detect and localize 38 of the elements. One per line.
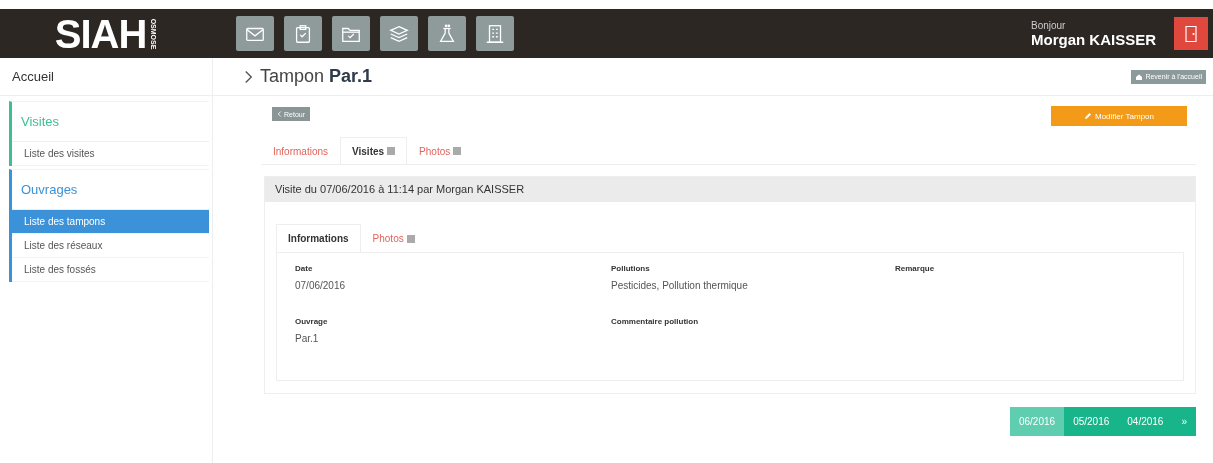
sidebar-item[interactable]: Liste des fossés — [12, 258, 209, 282]
field-label: Pollutions — [611, 264, 651, 273]
field-label: Ouvrage — [295, 317, 329, 326]
panel-heading: Visite du 07/06/2016 à 11:14 par Morgan KAISSER — [265, 177, 1195, 202]
greeting-text: Bonjour — [1031, 19, 1067, 31]
page-link[interactable]: 06/2016 — [1009, 407, 1065, 436]
toolbar-button[interactable] — [428, 16, 466, 51]
toolbar-button[interactable] — [332, 16, 370, 51]
field-value: Par.1 — [295, 333, 320, 344]
home-icon — [1135, 72, 1144, 81]
tab[interactable]: Informations — [261, 137, 341, 164]
sidebar-item[interactable]: Liste des visites — [12, 142, 209, 166]
user-name: Morgan KAISSER — [1031, 30, 1156, 48]
logout-button[interactable] — [1174, 17, 1208, 50]
field-label: Commentaire pollution — [611, 317, 700, 326]
chevron-right-icon — [243, 68, 254, 85]
group-title[interactable]: Visites — [12, 102, 209, 142]
building-icon — [484, 22, 506, 45]
tab[interactable]: Visites — [340, 137, 408, 164]
toolbar-button[interactable] — [476, 16, 514, 51]
sidebar-item[interactable]: Liste des réseaux — [12, 234, 209, 258]
toolbar-button[interactable] — [380, 16, 418, 51]
tab[interactable]: Photos — [407, 137, 474, 164]
tab[interactable]: Informations — [276, 224, 361, 252]
field-label: Remarque — [895, 264, 936, 273]
toolbar-button[interactable] — [284, 16, 322, 51]
home-link[interactable]: Accueil — [0, 58, 212, 96]
toolbar-button[interactable] — [236, 16, 274, 51]
tab[interactable]: Photos — [360, 224, 427, 252]
chevron-left-icon — [277, 110, 282, 118]
sidebar-item[interactable]: Liste des tampons — [12, 210, 209, 234]
field-label: Date — [295, 264, 314, 273]
field-value: Pesticides, Pollution thermique — [611, 280, 749, 291]
logo-text: SIAH — [54, 13, 147, 54]
edit-button[interactable]: Modifier Tampon — [1051, 106, 1187, 126]
page-title: Tampon Par.1 — [260, 66, 373, 87]
pencil-icon — [1084, 112, 1092, 120]
field-value: 07/06/2016 — [295, 280, 347, 291]
